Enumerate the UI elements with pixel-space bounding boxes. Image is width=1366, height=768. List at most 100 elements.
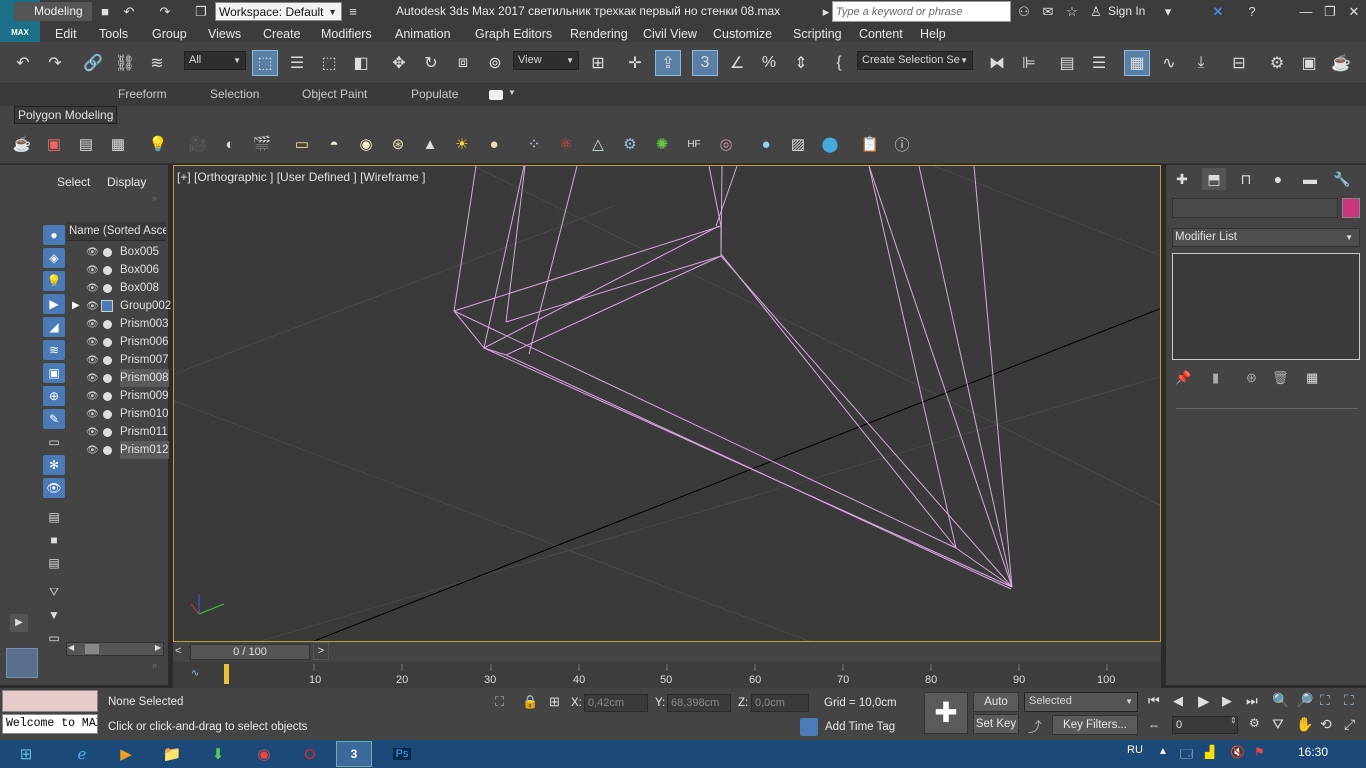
photoshop-icon[interactable]: Ps — [384, 741, 420, 767]
scene-tab-display[interactable]: Display — [107, 175, 146, 189]
tab-freeform[interactable]: Freeform — [118, 87, 167, 101]
redo-icon[interactable]: ↷ — [42, 50, 68, 76]
menu-edit[interactable]: Edit — [55, 27, 77, 41]
container-icon[interactable]: ▭ — [43, 628, 65, 648]
pyramid-icon[interactable]: △ — [586, 132, 610, 156]
mirror-icon[interactable]: ⧓ — [984, 50, 1010, 76]
internet-explorer-icon[interactable]: ℯ — [64, 741, 100, 767]
minimize-icon[interactable]: — — [1298, 4, 1314, 20]
filter-lights-icon[interactable]: 💡 — [43, 271, 65, 291]
filter-groups-icon[interactable]: ▣ — [43, 363, 65, 383]
menu-civil-view[interactable]: Civil View — [643, 27, 697, 41]
move-icon[interactable]: ✥ — [386, 50, 412, 76]
tab-populate[interactable]: Populate — [411, 87, 458, 101]
filter-xrefs-icon[interactable]: ⊕ — [43, 386, 65, 406]
help-icon[interactable]: ⓘ — [890, 132, 914, 156]
time-tag-icon[interactable] — [800, 718, 818, 736]
zoom-extents-icon[interactable]: ⛶ — [1320, 692, 1330, 709]
eye-icon[interactable]: 👁 — [86, 334, 99, 352]
sort-list-icon[interactable]: ▤ — [43, 507, 65, 527]
modifier-list-dropdown[interactable]: Modifier List ▼ — [1172, 228, 1360, 247]
display-eye-icon[interactable]: 👁 — [43, 478, 65, 498]
particles-icon[interactable]: ⁘ — [522, 132, 546, 156]
list-item[interactable]: 👁 Prism012 — [66, 441, 169, 460]
user-icon[interactable]: ♙ — [1088, 4, 1104, 20]
play-icon[interactable]: ▶ — [1198, 692, 1210, 710]
render-setup-icon[interactable]: ⚙ — [1264, 50, 1290, 76]
rectangular-selection-icon[interactable]: ⬚ — [316, 50, 342, 76]
menu-animation[interactable]: Animation — [395, 27, 451, 41]
list-item[interactable]: 👁 Prism006 — [66, 333, 169, 352]
expand-arrow-icon[interactable]: ▶ — [10, 614, 28, 632]
auto-key-button[interactable]: Auto Key — [973, 692, 1019, 726]
show-end-result-icon[interactable]: ▮ — [1212, 370, 1219, 386]
display-box-icon[interactable]: ■ — [43, 530, 65, 550]
display-tab-icon[interactable]: ▬ — [1298, 168, 1322, 190]
video-camera-icon[interactable]: 🎬 — [250, 132, 274, 156]
name-column-header[interactable]: Name (Sorted Ascending) — [66, 222, 166, 241]
search-input[interactable]: Type a keyword or phrase — [832, 1, 1011, 22]
chevron-down-icon[interactable]: ▼ — [508, 88, 516, 97]
toggle-ribbon-icon[interactable]: ▦ — [1124, 50, 1150, 76]
hierarchy-tab-icon[interactable]: ⊓ — [1234, 168, 1258, 190]
motion-tab-icon[interactable]: ● — [1266, 168, 1290, 190]
list-item[interactable]: 👁 Prism007 — [66, 351, 169, 369]
make-unique-icon[interactable]: ⊛ — [1246, 370, 1257, 386]
go-to-end-icon[interactable]: ⏭ — [1246, 693, 1258, 709]
volume-icon[interactable]: 🔇 — [1230, 745, 1245, 759]
camera-icon[interactable]: 🎥 — [186, 132, 210, 156]
dome-icon[interactable]: ◓ — [322, 132, 346, 156]
display-list-icon[interactable]: ▤ — [43, 553, 65, 573]
modifier-stack[interactable] — [1172, 253, 1360, 360]
filter-spacewarps-icon[interactable]: ≋ — [43, 340, 65, 360]
scale-icon[interactable]: ⧈ — [450, 50, 476, 76]
absolute-transform-icon[interactable]: ⊞ — [549, 694, 560, 710]
remove-modifier-icon[interactable]: 🗑 — [1272, 370, 1289, 386]
eye-icon[interactable]: 👁 — [86, 370, 99, 388]
viewport[interactable] — [173, 165, 1161, 642]
expand-triangle-icon[interactable]: ▶ — [72, 297, 80, 315]
filter-particles-icon[interactable]: ✻ — [43, 455, 65, 475]
window-crossing-icon[interactable]: ◧ — [348, 50, 374, 76]
menu-help[interactable]: Help — [920, 27, 946, 41]
pivot-center-icon[interactable]: ⊞ — [585, 50, 611, 76]
ribbon-options-icon[interactable] — [489, 90, 503, 100]
select-manipulate-icon[interactable]: ✛ — [622, 50, 648, 76]
curve-editor-icon[interactable]: ∿ — [1156, 50, 1182, 76]
teapot-icon[interactable]: ☕ — [10, 132, 34, 156]
scene-explorer-icon[interactable]: ▤ — [1054, 50, 1080, 76]
menu-group[interactable]: Group — [152, 27, 187, 41]
named-selection-dropdown[interactable]: Create Selection Se ▼ — [857, 51, 973, 70]
pan-view-icon[interactable]: ✋ — [1296, 716, 1313, 733]
menu-rendering[interactable]: Rendering — [570, 27, 628, 41]
menu-graph-editors[interactable]: Graph Editors — [475, 27, 552, 41]
filter-bones-icon[interactable]: ✎ — [43, 409, 65, 429]
time-prev-icon[interactable]: < — [175, 645, 181, 657]
scene-tab-select[interactable]: Select — [57, 175, 90, 189]
sky-icon[interactable]: ● — [482, 132, 506, 156]
opera-icon[interactable]: O — [292, 741, 328, 767]
eye-icon[interactable]: 👁 — [86, 442, 99, 460]
quick-access-menu-icon[interactable]: ≡ — [345, 4, 361, 20]
chrome-icon[interactable]: ◉ — [246, 741, 282, 767]
maxscript-output[interactable]: Welcome to MAXScript. — [2, 714, 98, 734]
default-in-out-tangents-icon[interactable]: ⤴ — [1028, 717, 1042, 737]
eye-icon[interactable]: 👁 — [86, 316, 99, 334]
3ds-max-taskbar-icon[interactable]: 3 — [336, 741, 372, 767]
sun-icon[interactable]: ☀ — [450, 132, 474, 156]
system-tray-icon[interactable]: 🗔 — [1180, 745, 1193, 766]
keyboard-shortcut-override-icon[interactable]: ⇪ — [655, 50, 681, 76]
exchange-apps-icon[interactable]: ✕ — [1210, 4, 1226, 20]
spinner-snap-icon[interactable]: ⇕ — [788, 50, 814, 76]
layer-explorer-icon[interactable]: ☰ — [1086, 50, 1112, 76]
geosphere-icon[interactable]: ⊛ — [386, 132, 410, 156]
set-key-button[interactable]: Set Key — [973, 714, 1019, 734]
time-slider[interactable]: 0 / 100 — [190, 644, 310, 660]
rotate-icon[interactable]: ↻ — [418, 50, 444, 76]
tab-object-paint[interactable]: Object Paint — [302, 87, 367, 101]
menu-views[interactable]: Views — [208, 27, 241, 41]
place-icon[interactable]: ⊚ — [482, 50, 508, 76]
snaps-toggle-icon[interactable]: 3 — [692, 50, 718, 76]
frame-spinner-icon[interactable]: ⇕ — [1230, 716, 1237, 725]
object-name-field[interactable] — [1172, 198, 1338, 218]
